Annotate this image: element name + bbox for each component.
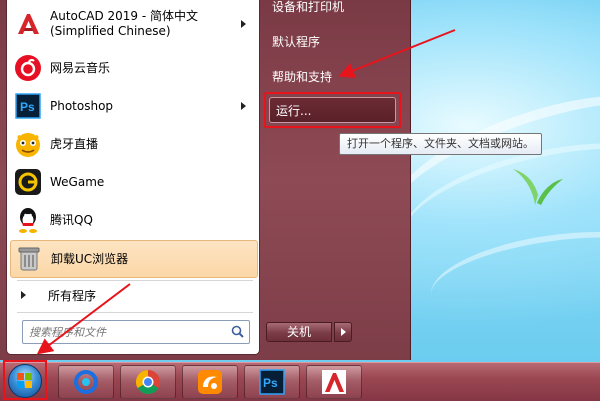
help-support-item[interactable]: 帮助和支持 [272,68,332,85]
qq-icon [14,206,42,234]
taskbar-autocad[interactable] [306,365,362,399]
run-item-highlight-box: 运行... [264,92,401,128]
photoshop-icon: Ps [259,369,285,395]
search-box[interactable] [22,320,250,344]
program-item-netease-music[interactable]: 网易云音乐 [10,50,256,86]
taskbar-baidu-netdisk[interactable] [58,365,114,399]
bamboo-leaf-decoration [513,169,563,205]
start-button[interactable] [8,364,42,398]
netease-music-icon [14,54,42,82]
program-item-qq[interactable]: 腾讯QQ [10,202,256,238]
search-input[interactable] [27,323,221,341]
chrome-icon [135,370,160,395]
program-label: 腾讯QQ [50,212,93,227]
program-label: AutoCAD 2019 - 简体中文 (Simplified Chinese) [50,9,199,38]
default-programs-item[interactable]: 默认程序 [272,33,320,50]
program-label: 卸载UC浏览器 [51,251,129,266]
program-label: 网易云音乐 [50,60,111,75]
devices-printers-item[interactable]: 设备和打印机 [272,0,344,15]
svg-text:Ps: Ps [263,376,278,390]
autocad-icon [14,10,42,38]
start-menu: AutoCAD 2019 - 简体中文 (Simplified Chinese)… [0,0,411,360]
autocad-icon [322,370,346,394]
program-label: WeGame [50,174,105,189]
program-label: 虎牙直播 [50,136,99,151]
expand-arrow-icon [21,291,26,299]
shutdown-group: 关机 [266,322,352,342]
all-programs-label: 所有程序 [48,288,97,303]
shutdown-options-button[interactable] [334,322,352,342]
photoshop-icon: Ps [14,92,42,120]
program-list-pane: AutoCAD 2019 - 简体中文 (Simplified Chinese)… [6,0,260,355]
divider [17,312,253,313]
shutdown-button[interactable]: 关机 [266,322,332,342]
uc-browser-icon [198,370,222,394]
taskbar: Ps [0,362,600,401]
program-label: Photoshop [50,98,114,113]
program-item-autocad[interactable]: AutoCAD 2019 - 简体中文 (Simplified Chinese) [10,4,256,44]
windows-logo-icon [17,373,32,388]
uninstall-uc-icon [15,245,43,273]
huya-icon [14,130,42,158]
baidu-netdisk-icon [74,370,98,394]
run-item[interactable]: 运行... [269,97,396,123]
submenu-arrow-icon [241,102,246,110]
program-item-wegame[interactable]: WeGame [10,164,256,200]
search-icon[interactable] [231,325,244,338]
taskbar-chrome[interactable] [120,365,176,399]
run-tooltip: 打开一个程序、文件夹、文档或网站。 [339,133,542,155]
divider [17,280,253,281]
svg-text:Ps: Ps [20,100,35,114]
program-item-uninstall-uc[interactable]: 卸载UC浏览器 [10,240,258,278]
taskbar-uc-browser[interactable] [182,365,238,399]
wegame-icon [14,168,42,196]
program-item-huya[interactable]: 虎牙直播 [10,126,256,162]
all-programs-item[interactable]: 所有程序 [21,284,96,306]
submenu-arrow-icon [241,20,246,28]
taskbar-photoshop[interactable]: Ps [244,365,300,399]
program-item-photoshop[interactable]: Ps Photoshop [10,88,256,124]
